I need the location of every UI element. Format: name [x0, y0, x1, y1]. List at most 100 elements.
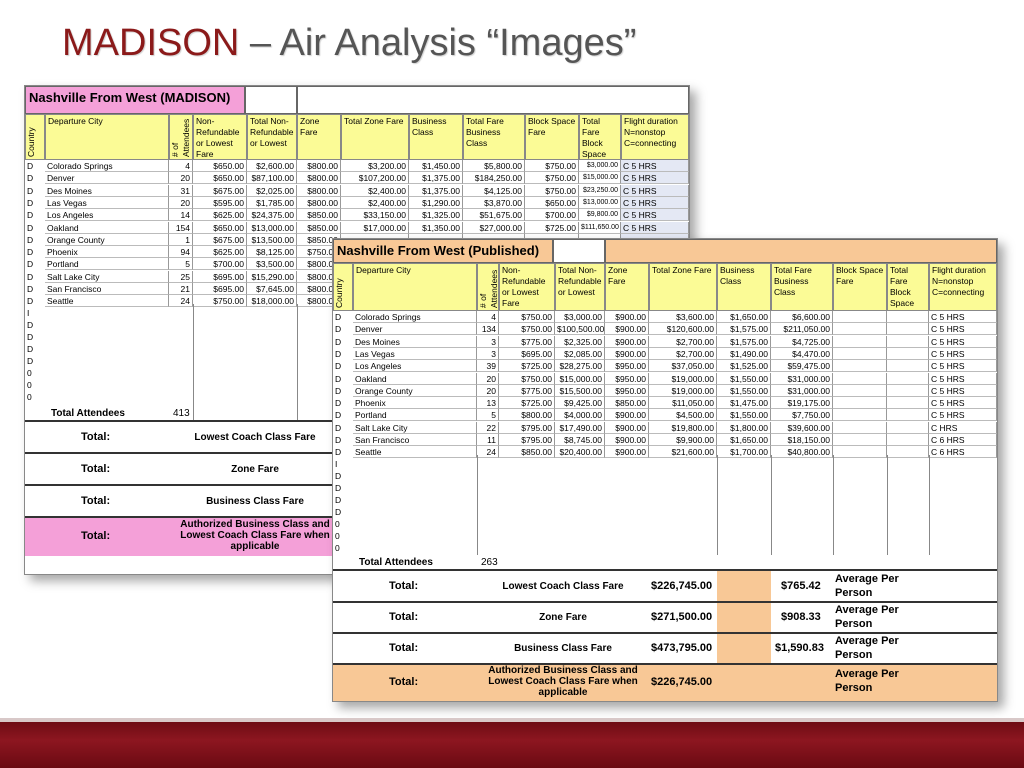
- total-label: Total:: [81, 530, 111, 542]
- cell-nr: $750.00: [193, 295, 247, 308]
- table-row: D Los Angeles 39 $725.00 $28,275.00 $950.00 $3…: [333, 360, 997, 373]
- cell-tnr: $8,745.00: [555, 434, 605, 446]
- cell-c: D: [335, 398, 342, 409]
- cell-tnr: $13,500.00: [247, 233, 297, 246]
- cell-zf: $900.00: [605, 409, 649, 422]
- cell-bs: [833, 446, 887, 459]
- cell-c: D: [335, 336, 342, 347]
- title-cell: [553, 239, 605, 263]
- cell-att: 94: [169, 246, 193, 259]
- cell-tbs: $111,650.00: [579, 221, 621, 234]
- cell-zf: $900.00: [605, 446, 649, 459]
- cell-tnr: $17,490.00: [555, 421, 605, 434]
- grid-line: [717, 455, 718, 555]
- cell-fd: C 5 HRS: [929, 372, 997, 385]
- header-country: Country: [25, 114, 45, 160]
- cell-bs: $750.00: [525, 172, 579, 185]
- cell-tnr: $7,645.00: [247, 283, 297, 295]
- cell-tbs: [887, 335, 929, 348]
- cell-city: Denver: [45, 172, 169, 185]
- cell-city: Las Vegas: [45, 196, 169, 209]
- header-total-nonrefundable: Total Non-Refundable or Lowest: [555, 263, 605, 311]
- cell-att: 5: [169, 258, 193, 271]
- cell-tbc: $211,050.00: [771, 323, 833, 336]
- header-flight-duration: Flight duration N=nonstop C=connecting: [621, 114, 689, 160]
- cell-bs: [833, 421, 887, 434]
- total-row-coach: Total: Lowest Coach Class Fare $226,745.…: [333, 569, 997, 601]
- cell-att: 20: [169, 172, 193, 185]
- cell-tnr: $15,290.00: [247, 270, 297, 283]
- cell-tbc: $7,750.00: [771, 409, 833, 422]
- cell-tbs: $13,000.00: [579, 196, 621, 209]
- cell-zf: $800.00: [297, 160, 341, 172]
- cell-tnr: $15,000.00: [555, 372, 605, 385]
- country-flag: 0: [27, 392, 32, 402]
- cell-city: Orange County: [45, 233, 169, 246]
- country-flag: D: [27, 344, 34, 354]
- table-row: D Denver 20 $650.00 $87,100.00 $800.00 $107,20…: [25, 172, 689, 185]
- cell-tnr: $9,425.00: [555, 397, 605, 410]
- cell-fd: C 5 HRS: [621, 209, 689, 222]
- cell-city: Salt Lake City: [353, 421, 477, 434]
- cell-tbc: $19,175.00: [771, 397, 833, 410]
- total-label: Total:: [389, 642, 419, 654]
- total-value: $271,500.00: [651, 611, 713, 623]
- cell-tnr: $2,025.00: [247, 184, 297, 197]
- cell-tzf: $2,400.00: [341, 196, 409, 209]
- cell-city: Des Moines: [353, 335, 477, 348]
- cell-tbc: $5,800.00: [463, 160, 525, 172]
- total-label: Total:: [81, 463, 111, 475]
- cell-zf: $900.00: [605, 347, 649, 360]
- cell-nr: $675.00: [193, 233, 247, 246]
- cell-bc: $1,325.00: [409, 209, 463, 222]
- header-block-space: Block Space Fare: [525, 114, 579, 160]
- total-attendees-label: Total Attendees: [51, 408, 125, 419]
- header-nonrefundable: Non-Refundable or Lowest Fare: [193, 114, 247, 160]
- cell-bs: [833, 372, 887, 385]
- table-row: D Oakland 20 $750.00 $15,000.00 $950.00 $19,00…: [333, 372, 997, 385]
- cell-nr: $775.00: [499, 335, 555, 348]
- sheet-title: Nashville From West (Published): [333, 239, 553, 263]
- cell-zf: $950.00: [605, 372, 649, 385]
- cell-zf: $900.00: [605, 311, 649, 323]
- cell-att: 4: [477, 311, 499, 323]
- title-cell: [245, 86, 297, 114]
- cell-tbc: $184,250.00: [463, 172, 525, 185]
- average-label: Average Per Person: [835, 604, 899, 630]
- country-flag: 0: [335, 531, 340, 541]
- cell-city: San Francisco: [45, 283, 169, 295]
- country-flag: 0: [27, 380, 32, 390]
- cell-city: Seattle: [45, 295, 169, 308]
- average-value: $1,590.83: [775, 642, 824, 654]
- cell-tzf: $19,800.00: [649, 421, 717, 434]
- total-row-authorized: Total: Authorized Business Class and Low…: [25, 516, 335, 556]
- average-label: Average Per Person: [835, 668, 899, 694]
- grid-line: [887, 455, 888, 555]
- cell-zf: $900.00: [605, 335, 649, 348]
- cell-bc: $1,490.00: [717, 347, 771, 360]
- cell-att: 134: [477, 323, 499, 336]
- cell-att: 25: [169, 270, 193, 283]
- country-flag: I: [27, 308, 30, 318]
- table-row: D Seattle 24 $850.00 $20,400.00 $900.00 $21,60…: [333, 446, 997, 459]
- cell-tnr: $2,600.00: [247, 160, 297, 172]
- cell-zf: $900.00: [605, 323, 649, 336]
- cell-bc: $1,375.00: [409, 172, 463, 185]
- cell-zf: $900.00: [605, 421, 649, 434]
- cell-tbc: $3,870.00: [463, 196, 525, 209]
- cell-nr: $725.00: [499, 397, 555, 410]
- cell-att: 39: [477, 360, 499, 373]
- cell-bc: $1,800.00: [717, 421, 771, 434]
- cell-nr: $750.00: [499, 372, 555, 385]
- cell-c: D: [27, 185, 34, 196]
- total-desc: Business Class Fare: [514, 643, 612, 654]
- cell-c: D: [335, 348, 342, 359]
- total-label: Total:: [389, 676, 419, 688]
- cell-tnr: $15,500.00: [555, 384, 605, 397]
- cell-c: D: [27, 284, 34, 294]
- grid-line: [771, 455, 772, 555]
- cell-tbc: $4,470.00: [771, 347, 833, 360]
- cell-bs: $700.00: [525, 209, 579, 222]
- cell-fd: C 5 HRS: [621, 196, 689, 209]
- total-value: $226,745.00: [651, 676, 713, 688]
